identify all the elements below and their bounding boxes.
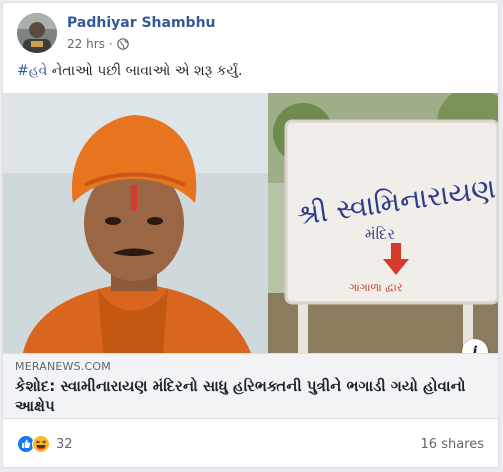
meta-separator: · [108, 37, 113, 51]
link-title[interactable]: કેશોદ: સ્વામીનારાયણ મંદિરનો સાધુ હરિભક્ત… [15, 376, 485, 416]
globe-icon[interactable] [116, 38, 129, 50]
link-preview[interactable]: MERANEWS.COM કેશોદ: સ્વામીનારાયણ મંદિરનો… [3, 353, 498, 419]
post-text: #હવે નેતાઓ પછી બાવાઓ એ શરૂ કર્યું. [17, 63, 242, 79]
post-meta: 22 hrs · [67, 37, 129, 51]
share-count[interactable]: 16 shares [421, 437, 484, 452]
post-card: Padhiyar Shambhu 22 hrs · #હવે નેતાઓ પછી… [2, 2, 499, 468]
link-preview-image[interactable]: શ્રી સ્વામિનારાયણ મંદિર ગાંગાળા દ્વાર i [3, 93, 498, 353]
post-footer: 32 16 shares [3, 431, 498, 461]
post-body: નેતાઓ પછી બાવાઓ એ શરૂ કર્યું. [47, 63, 243, 79]
avatar[interactable] [17, 13, 57, 53]
author-name[interactable]: Padhiyar Shambhu [67, 15, 216, 31]
post-hashtag[interactable]: #હવે [17, 63, 47, 79]
haha-icon [32, 435, 50, 453]
link-domain: MERANEWS.COM [15, 360, 111, 373]
reaction-count[interactable]: 32 [56, 437, 73, 452]
sign-text-bottom: ગાંગાળા દ્વાર [349, 281, 403, 294]
reactions-summary[interactable]: 32 [17, 435, 73, 453]
sign-text-middle: મંદિર [365, 225, 395, 243]
post-time[interactable]: 22 hrs [67, 37, 105, 51]
